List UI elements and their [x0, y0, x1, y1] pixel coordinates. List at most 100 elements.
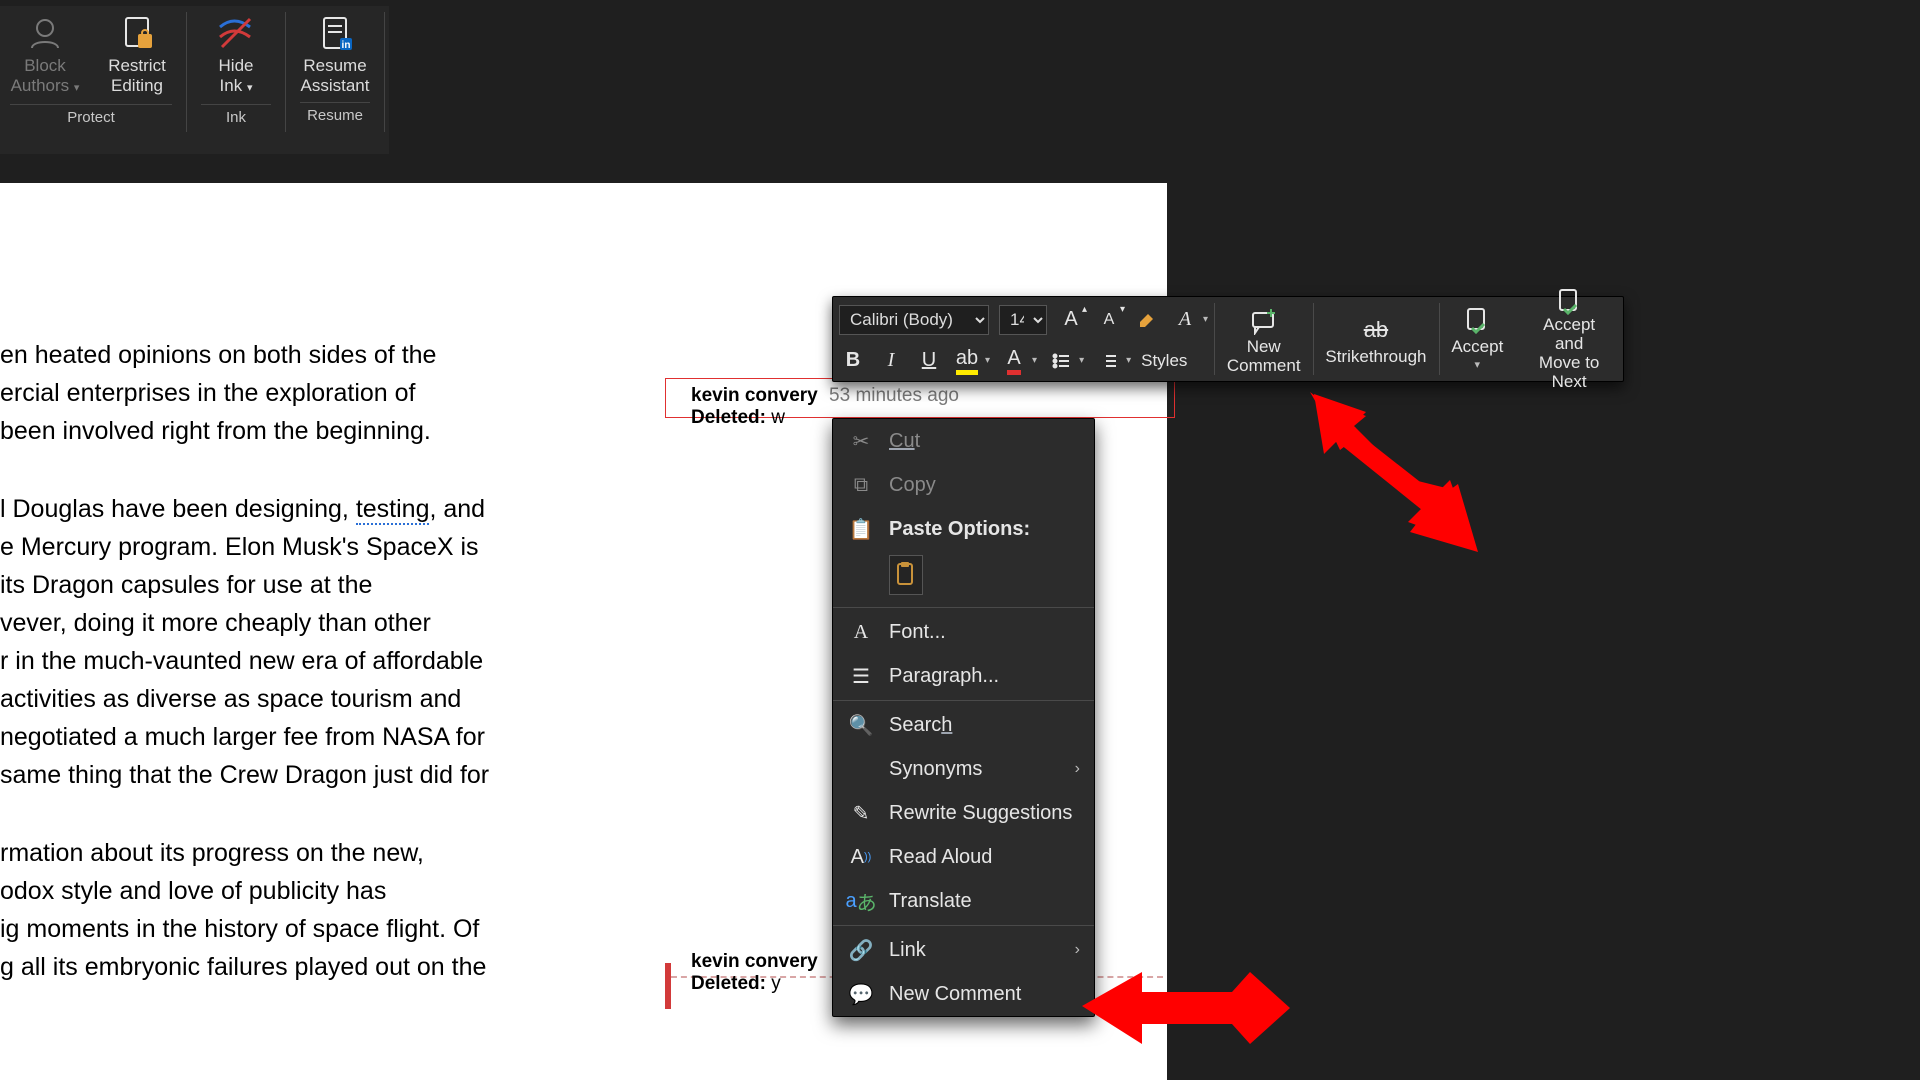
mini-toolbar: Calibri (Body) 14 A▴ A▾ A▾ B I U ab▾ A▾ … [832, 296, 1624, 382]
resume-assistant-label-2: Assistant [301, 76, 370, 96]
ribbon-group-label-resume: Resume [300, 102, 370, 124]
accept-move-next-button[interactable]: Accept and Move to Next [1515, 297, 1623, 381]
font-family-select[interactable]: Calibri (Body) [839, 305, 989, 335]
accept-label: Accept [1451, 337, 1503, 356]
accept-icon [1463, 303, 1491, 337]
balloon-author: kevin convery [691, 385, 818, 406]
spellcheck-word[interactable]: testing [356, 495, 430, 525]
context-menu: ✂ Cut ⧉ Copy 📋 Paste Options: A Font... … [832, 418, 1095, 1017]
ribbon-group-label-ink: Ink [201, 104, 271, 126]
ctx-synonyms-label: Synonyms [889, 758, 982, 781]
ctx-new-comment[interactable]: 💬 New Comment [833, 972, 1094, 1016]
bold-button[interactable]: B [839, 347, 867, 375]
comment-icon: 💬 [849, 982, 873, 1006]
text-line: negotiated a much larger fee from NASA f… [0, 723, 485, 751]
ribbon-separator [384, 12, 385, 132]
ribbon-group-label-protect: Protect [10, 104, 172, 126]
strikethrough-icon: ab [1364, 313, 1388, 347]
chevron-right-icon: › [1075, 760, 1080, 778]
document-body[interactable]: en heated opinions on both sides of the … [0, 336, 672, 1026]
read-aloud-icon: A)) [849, 845, 873, 869]
grow-font-button[interactable]: A▴ [1057, 306, 1085, 334]
paste-icon: 📋 [849, 517, 873, 541]
text-line: , and [429, 495, 485, 523]
restrict-editing-button[interactable]: Restrict Editing [102, 12, 172, 98]
highlight-button[interactable]: ab [953, 347, 981, 375]
link-icon: 🔗 [849, 938, 873, 962]
ctx-read-aloud-label: Read Aloud [889, 846, 992, 869]
italic-button[interactable]: I [877, 347, 905, 375]
new-comment-button[interactable]: New Comment [1215, 297, 1313, 381]
accept-next-label-2: Move to Next [1527, 353, 1611, 391]
text-line: r in the much-vaunted new era of afforda… [0, 647, 483, 675]
new-comment-icon [1249, 303, 1279, 337]
ribbon-group-resume: in Resume Assistant Resume [290, 6, 380, 128]
ctx-separator [833, 925, 1094, 926]
copy-icon: ⧉ [849, 473, 873, 497]
clear-formatting-button[interactable]: A [1171, 306, 1199, 334]
font-size-select[interactable]: 14 [999, 305, 1047, 335]
accept-button[interactable]: Accept ▾ [1439, 297, 1515, 381]
ctx-copy[interactable]: ⧉ Copy [833, 463, 1094, 507]
ctx-rewrite[interactable]: ✎ Rewrite Suggestions [833, 791, 1094, 835]
text-line: en heated opinions on both sides of the [0, 341, 436, 369]
accept-next-icon [1555, 287, 1583, 315]
balloon-time: 53 minutes ago [829, 385, 959, 406]
text-line: activities as diverse as space tourism a… [0, 685, 461, 713]
accept-next-label-1: Accept and [1527, 315, 1611, 353]
hide-ink-label-1: Hide [219, 56, 254, 76]
format-painter-button[interactable] [1133, 306, 1161, 334]
ctx-paragraph[interactable]: ☰ Paragraph... [833, 654, 1094, 698]
revision-balloon[interactable]: kevin convery Deleted: y [691, 951, 818, 995]
shrink-font-button[interactable]: A▾ [1095, 306, 1123, 334]
ctx-copy-label: Copy [889, 474, 936, 497]
dropdown-caret-icon[interactable]: ▾ [1032, 355, 1037, 366]
block-authors-button[interactable]: Block Authors ▾ [10, 12, 80, 98]
ribbon-separator [186, 12, 187, 132]
block-authors-label-1: Block [24, 56, 66, 76]
dropdown-caret-icon[interactable]: ▾ [1126, 355, 1131, 366]
styles-button[interactable]: Styles [1141, 347, 1187, 375]
dropdown-caret-icon[interactable]: ▾ [985, 355, 990, 366]
ctx-synonyms[interactable]: Synonyms › [833, 747, 1094, 791]
ctx-read-aloud[interactable]: A)) Read Aloud [833, 835, 1094, 879]
text-line: ig moments in the history of space fligh… [0, 915, 479, 943]
dropdown-caret-icon[interactable]: ▾ [1079, 355, 1084, 366]
ctx-paragraph-label: Paragraph... [889, 665, 999, 688]
underline-button[interactable]: U [915, 347, 943, 375]
balloon-value: y [771, 973, 781, 994]
ctx-cut[interactable]: ✂ Cut [833, 419, 1094, 463]
synonyms-icon [849, 757, 873, 781]
bullets-button[interactable] [1047, 347, 1075, 375]
text-line: ercial enterprises in the exploration of [0, 379, 416, 407]
numbering-button[interactable] [1094, 347, 1122, 375]
paste-keep-source-button[interactable] [889, 555, 923, 595]
annotation-arrow-upper-clean [1314, 394, 1484, 554]
ctx-link[interactable]: 🔗 Link › [833, 928, 1094, 972]
dropdown-caret-icon[interactable]: ▾ [1203, 314, 1208, 325]
ctx-translate[interactable]: aあ Translate [833, 879, 1094, 923]
resume-assistant-button[interactable]: in Resume Assistant [300, 12, 370, 96]
ctx-paste-option-row [833, 551, 1094, 605]
cut-icon: ✂ [849, 429, 873, 453]
ctx-search[interactable]: 🔍 Search [833, 703, 1094, 747]
balloon-label: Deleted: [691, 407, 766, 428]
new-comment-label-2: Comment [1227, 356, 1301, 375]
ribbon-group-protect: Block Authors ▾ Restrict Editing Protect [0, 6, 182, 130]
new-comment-label-1: New [1247, 337, 1281, 356]
block-authors-label-2: Authors ▾ [11, 76, 80, 98]
ctx-separator [833, 607, 1094, 608]
strikethrough-button[interactable]: ab Strikethrough [1313, 297, 1438, 381]
ctx-paste-options: 📋 Paste Options: [833, 507, 1094, 551]
resume-assistant-icon: in [314, 12, 356, 54]
search-icon: 🔍 [849, 713, 873, 737]
font-color-button[interactable]: A [1000, 347, 1028, 375]
ctx-font[interactable]: A Font... [833, 610, 1094, 654]
ctx-separator [833, 700, 1094, 701]
dropdown-caret-icon[interactable]: ▾ [1475, 356, 1481, 375]
annotation-arrow-upper [1310, 392, 1490, 562]
resume-assistant-label-1: Resume [303, 56, 366, 76]
hide-ink-button[interactable]: Hide Ink ▾ [201, 12, 271, 98]
svg-text:in: in [342, 40, 351, 51]
text-line: l Douglas have been designing, [0, 495, 356, 523]
